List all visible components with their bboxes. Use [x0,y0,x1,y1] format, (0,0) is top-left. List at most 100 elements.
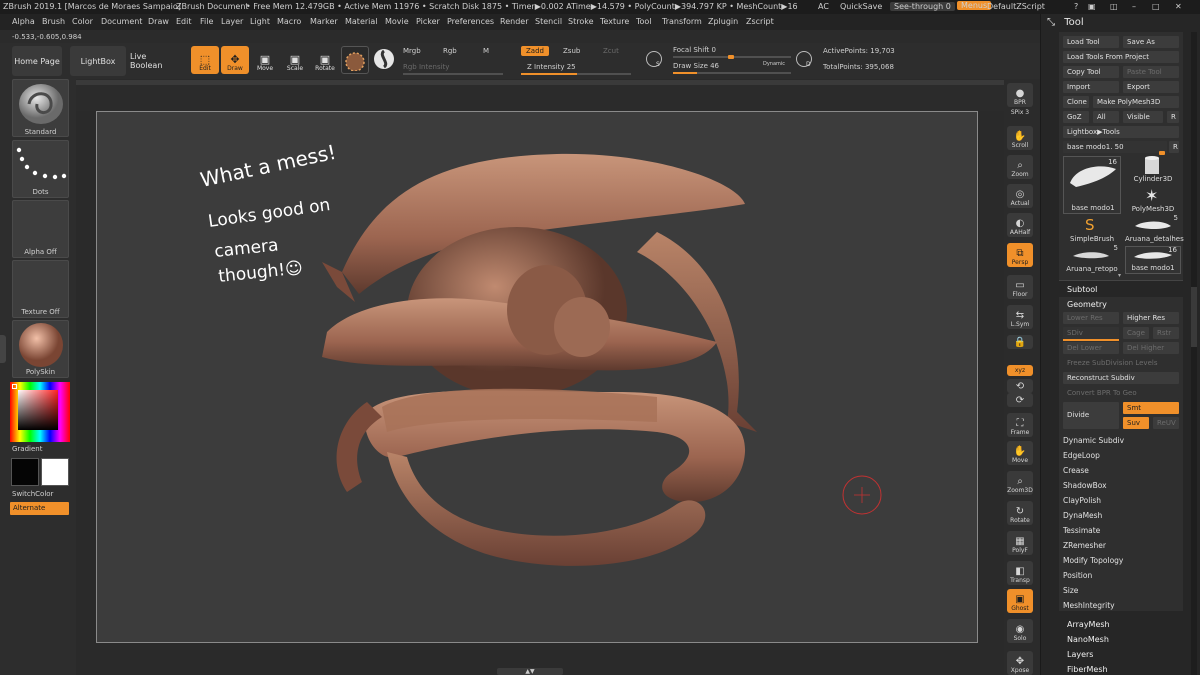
frame-button[interactable]: ⛶ Frame [1007,413,1033,437]
minimize-icon[interactable]: – [1132,2,1136,11]
menu-stencil[interactable]: Stencil [535,17,562,26]
freeze-subdivision-button[interactable]: Freeze SubDivision Levels [1063,357,1179,369]
zoom3d-button[interactable]: ⌕ Zoom3D [1007,471,1033,495]
menu-transform[interactable]: Transform [662,17,702,26]
geometry-item-modify-topology[interactable]: Modify Topology [1063,556,1123,565]
menu-brush[interactable]: Brush [42,17,65,26]
menu-macro[interactable]: Macro [277,17,301,26]
lower-res-button[interactable]: Lower Res [1063,312,1119,324]
zcut-button[interactable]: Zcut [603,47,619,55]
tool-thumb-polymesh3d[interactable]: ✶ PolyMesh3D [1125,186,1181,214]
draw-button[interactable]: ✥ Draw [221,46,249,74]
mrgb-button[interactable]: Mrgb [403,47,421,55]
rgb-button[interactable]: Rgb [443,47,457,55]
geometry-item-size[interactable]: Size [1063,586,1078,595]
layout-icon[interactable]: ▣ [1088,2,1096,11]
make-polymesh3d-button[interactable]: Make PolyMesh3D [1093,96,1179,108]
home-page-button[interactable]: Home Page [12,46,62,76]
transp-button[interactable]: ◧ Transp [1007,561,1033,585]
menu-alpha[interactable]: Alpha [12,17,35,26]
restore-icon[interactable]: ◫ [1110,2,1118,11]
xyz-button[interactable]: xyz [1007,365,1033,376]
bpr-button[interactable]: ● BPR [1007,83,1033,107]
smt-toggle[interactable]: Smt [1123,402,1179,414]
switchcolor-button[interactable]: SwitchColor [12,490,53,498]
convert-bpr-button[interactable]: Convert BPR To Geo [1063,387,1179,399]
section-arraymesh[interactable]: ArrayMesh [1067,620,1110,629]
menu-file[interactable]: File [200,17,213,26]
close-icon[interactable]: ✕ [1175,2,1182,11]
move-button[interactable]: ✋ Move [1007,441,1033,465]
menu-document[interactable]: Document [101,17,142,26]
color-picker-square[interactable] [18,390,58,430]
menu-edit[interactable]: Edit [176,17,192,26]
menu-movie[interactable]: Movie [385,17,409,26]
clone-button[interactable]: Clone [1063,96,1089,108]
ghost-button[interactable]: ▣ Ghost [1007,589,1033,613]
geometry-item-dynamesh[interactable]: DynaMesh [1063,511,1102,520]
tool-thumb-cylinder3d[interactable]: Cylinder3D [1125,156,1181,184]
s-pivot-icon[interactable]: S [646,51,662,68]
material-swatch[interactable] [341,46,369,74]
rstr-button[interactable]: Rstr [1153,327,1179,339]
zadd-button[interactable]: Zadd [521,46,549,56]
polyf-button[interactable]: ▦ PolyF [1007,531,1033,555]
move-button[interactable]: ▣ Move [251,46,279,74]
scale-button[interactable]: ▣ Scale [281,46,309,74]
menu-texture[interactable]: Texture [600,17,629,26]
focal-shift-slider[interactable]: Focal Shift 0 [673,46,716,54]
geometry-item-claypolish[interactable]: ClayPolish [1063,496,1101,505]
left-tray-toggle[interactable] [0,335,6,363]
current-tool-r-button[interactable]: R [1169,141,1179,153]
menu-zplugin[interactable]: Zplugin [708,17,738,26]
higher-res-button[interactable]: Higher Res [1123,312,1179,324]
del-higher-button[interactable]: Del Higher [1123,342,1179,354]
geometry-item-shadowbox[interactable]: ShadowBox [1063,481,1107,490]
reuv-toggle[interactable]: ReUV [1153,417,1179,429]
geometry-section[interactable]: Geometry [1067,300,1107,309]
geometry-item-meshintegrity[interactable]: MeshIntegrity [1063,601,1115,610]
geometry-item-zremesher[interactable]: ZRemesher [1063,541,1106,550]
geometry-item-crease[interactable]: Crease [1063,466,1089,475]
menu-preferences[interactable]: Preferences [447,17,494,26]
primary-color-swatch[interactable] [11,458,39,486]
dynamic-toggle[interactable]: Dynamic [763,61,785,67]
section-layers[interactable]: Layers [1067,650,1093,659]
palette-scrollbar[interactable] [1191,32,1197,675]
xpose-button[interactable]: ✥ Xpose [1007,651,1033,675]
lock-button[interactable]: 🔒 [1007,335,1033,349]
menu-marker[interactable]: Marker [310,17,338,26]
palette-dock-icon[interactable]: ⤡ [1047,17,1055,28]
solo-button[interactable]: ◉ Solo [1007,619,1033,643]
menu-color[interactable]: Color [72,17,93,26]
geometry-item-dynamic-subdiv[interactable]: Dynamic Subdiv [1063,436,1124,445]
section-nanomesh[interactable]: NanoMesh [1067,635,1109,644]
menu-tool[interactable]: Tool [636,17,652,26]
geometry-item-tessimate[interactable]: Tessimate [1063,526,1100,535]
rotate-button[interactable]: ▣ Rotate [311,46,339,74]
zoom-button[interactable]: ⌕ Zoom [1007,155,1033,179]
tool-thumb-base-modo1-active[interactable]: 16 base modo1 [1125,246,1181,274]
menu-draw[interactable]: Draw [148,17,169,26]
geometry-item-position[interactable]: Position [1063,571,1092,580]
live-boolean-button[interactable]: Live Boolean [130,46,180,76]
rotate-button[interactable]: ↻ Rotate [1007,501,1033,525]
current-tool-knob[interactable] [1159,151,1165,155]
import-button[interactable]: Import [1063,81,1119,93]
color-picker[interactable] [10,382,70,442]
geometry-item-edgeloop[interactable]: EdgeLoop [1063,451,1100,460]
menu-render[interactable]: Render [500,17,528,26]
draw-size-slider[interactable]: Draw Size 46 [673,62,719,70]
alternate-button[interactable]: Alternate [10,502,69,515]
default-zscript-button[interactable]: DefaultZScript [987,2,1045,11]
copy-tool-button[interactable]: Copy Tool [1063,66,1119,78]
goz-r-button[interactable]: R [1167,111,1179,123]
sdiv-slider[interactable]: SDiv [1063,327,1119,339]
maximize-icon[interactable]: □ [1152,2,1160,11]
menu-stroke[interactable]: Stroke [568,17,594,26]
tool-box-expand-icon[interactable]: ▾ [1118,272,1121,279]
menu-layer[interactable]: Layer [221,17,243,26]
suv-toggle[interactable]: Suv [1123,417,1149,429]
l-sym-button[interactable]: ⇆ L.Sym [1007,305,1033,329]
help-icon[interactable]: ? [1074,2,1078,11]
